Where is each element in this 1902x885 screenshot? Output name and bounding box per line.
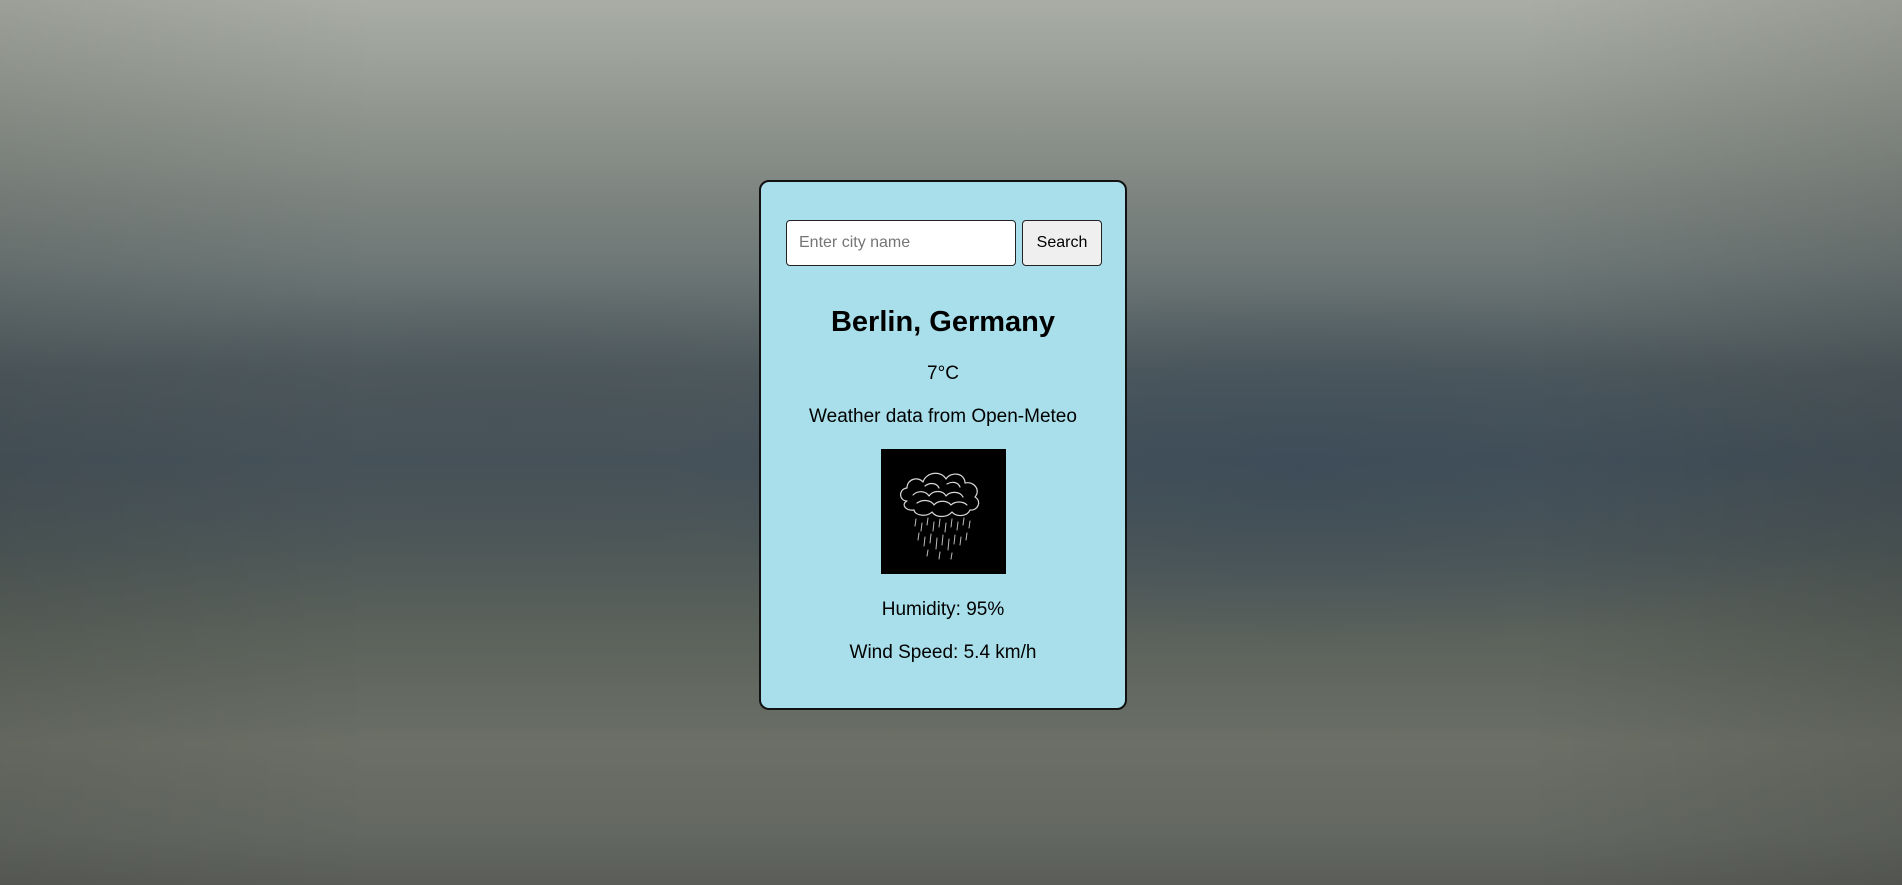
data-source-text: Weather data from Open-Meteo — [809, 406, 1077, 427]
city-title: Berlin, Germany — [830, 306, 1056, 338]
wind-speed-text: Wind Speed: 5.4 km/h — [849, 642, 1037, 663]
weather-card: Search Berlin, Germany 7°C Weather data … — [759, 180, 1127, 710]
humidity-text: Humidity: 95% — [881, 599, 1005, 620]
temperature-value: 7°C — [927, 363, 959, 384]
city-search-input[interactable] — [786, 220, 1016, 266]
search-bar: Search — [786, 220, 1102, 266]
rain-cloud-icon — [881, 449, 1006, 574]
search-button[interactable]: Search — [1022, 220, 1102, 266]
